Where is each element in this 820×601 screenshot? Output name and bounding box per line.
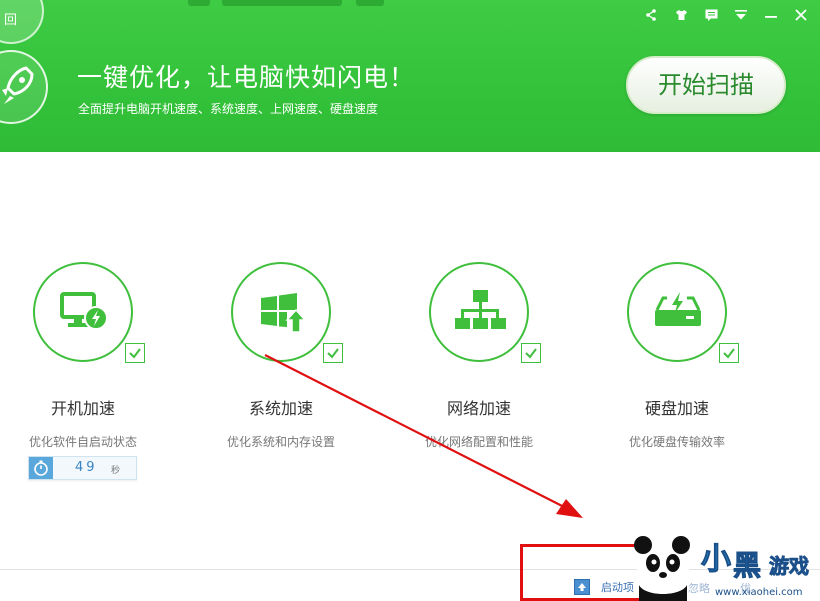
- svg-text:小: 小: [701, 542, 731, 577]
- svg-text:游戏: 游戏: [769, 554, 809, 578]
- svg-text:www.xiaohei.com: www.xiaohei.com: [715, 587, 803, 598]
- watermark: 小 黑 游戏 www.xiaohei.com: [625, 525, 820, 601]
- svg-text:黑: 黑: [733, 549, 761, 582]
- panda-logo-icon: 小 黑 游戏 www.xiaohei.com: [634, 536, 809, 601]
- annotation-arrow: [264, 354, 583, 518]
